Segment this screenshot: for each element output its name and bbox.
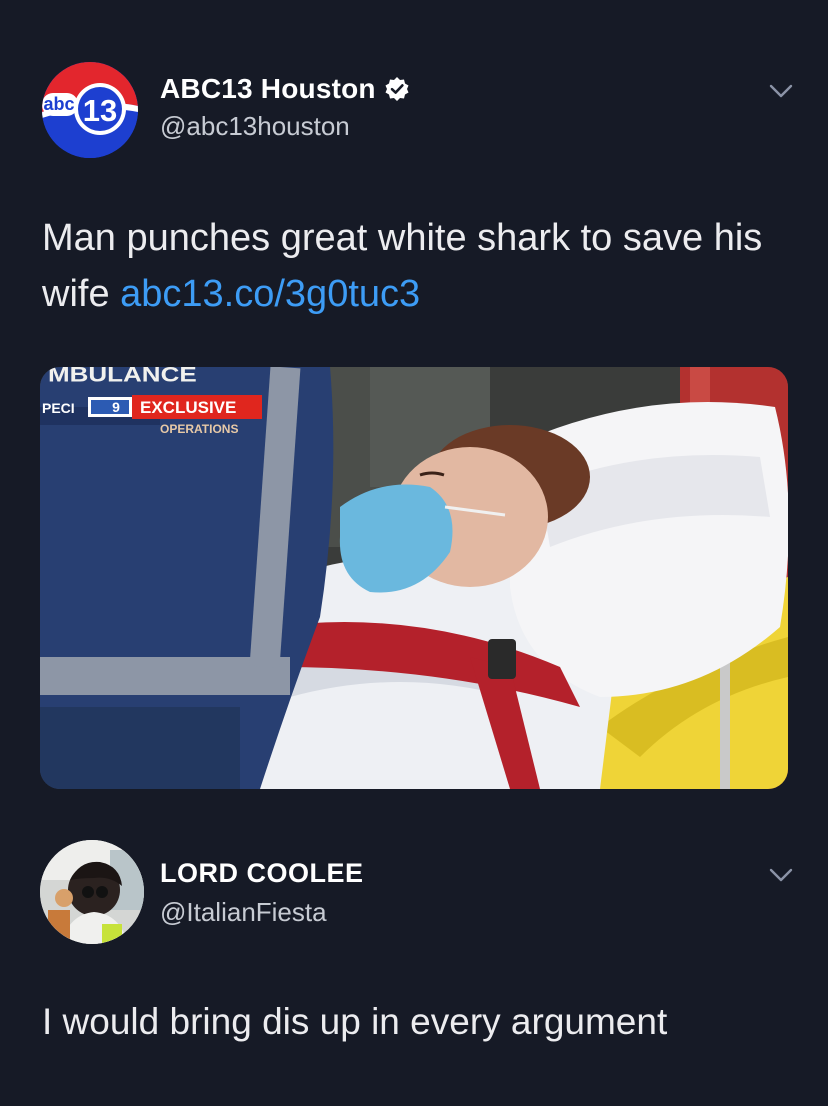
exclusive-badge: EXCLUSIVE xyxy=(140,398,236,417)
channel-number: 13 xyxy=(83,93,117,128)
chevron-down-icon[interactable] xyxy=(768,82,794,100)
display-name[interactable]: ABC13 Houston xyxy=(160,73,376,105)
chevron-down-icon[interactable] xyxy=(768,866,794,884)
author-name-line[interactable]: LORD COOLEE xyxy=(160,854,364,892)
avatar[interactable]: 13 abc xyxy=(42,62,138,158)
tweet[interactable]: LORD COOLEE @ItalianFiesta I would bring… xyxy=(0,830,828,1106)
tweet-media-image[interactable]: MBULANCE OPERATIONS PECI 9 EXCLUSIVE xyxy=(40,367,788,789)
tweet-link[interactable]: abc13.co/3g0tuc3 xyxy=(120,273,420,315)
tweet-text: I would bring dis up in every argument xyxy=(42,1001,668,1042)
display-name[interactable]: LORD COOLEE xyxy=(160,858,364,889)
media-overlay-bottom: OPERATIONS xyxy=(160,422,238,436)
author-name-line[interactable]: ABC13 Houston xyxy=(160,70,410,108)
verified-badge-icon xyxy=(384,76,410,102)
avatar[interactable] xyxy=(40,840,144,944)
handle[interactable]: @ItalianFiesta xyxy=(160,894,327,930)
brand-text: abc xyxy=(43,94,74,114)
tweet-text: Man punches great white shark to save hi… xyxy=(42,210,802,322)
media-overlay-top: MBULANCE xyxy=(48,367,197,386)
handle[interactable]: @abc13houston xyxy=(160,108,350,144)
media-overlay-left: PECI xyxy=(42,400,75,416)
tweet[interactable]: 13 abc ABC13 Houston @abc13houston Man p… xyxy=(0,0,828,820)
channel-logo: 9 xyxy=(112,399,120,415)
